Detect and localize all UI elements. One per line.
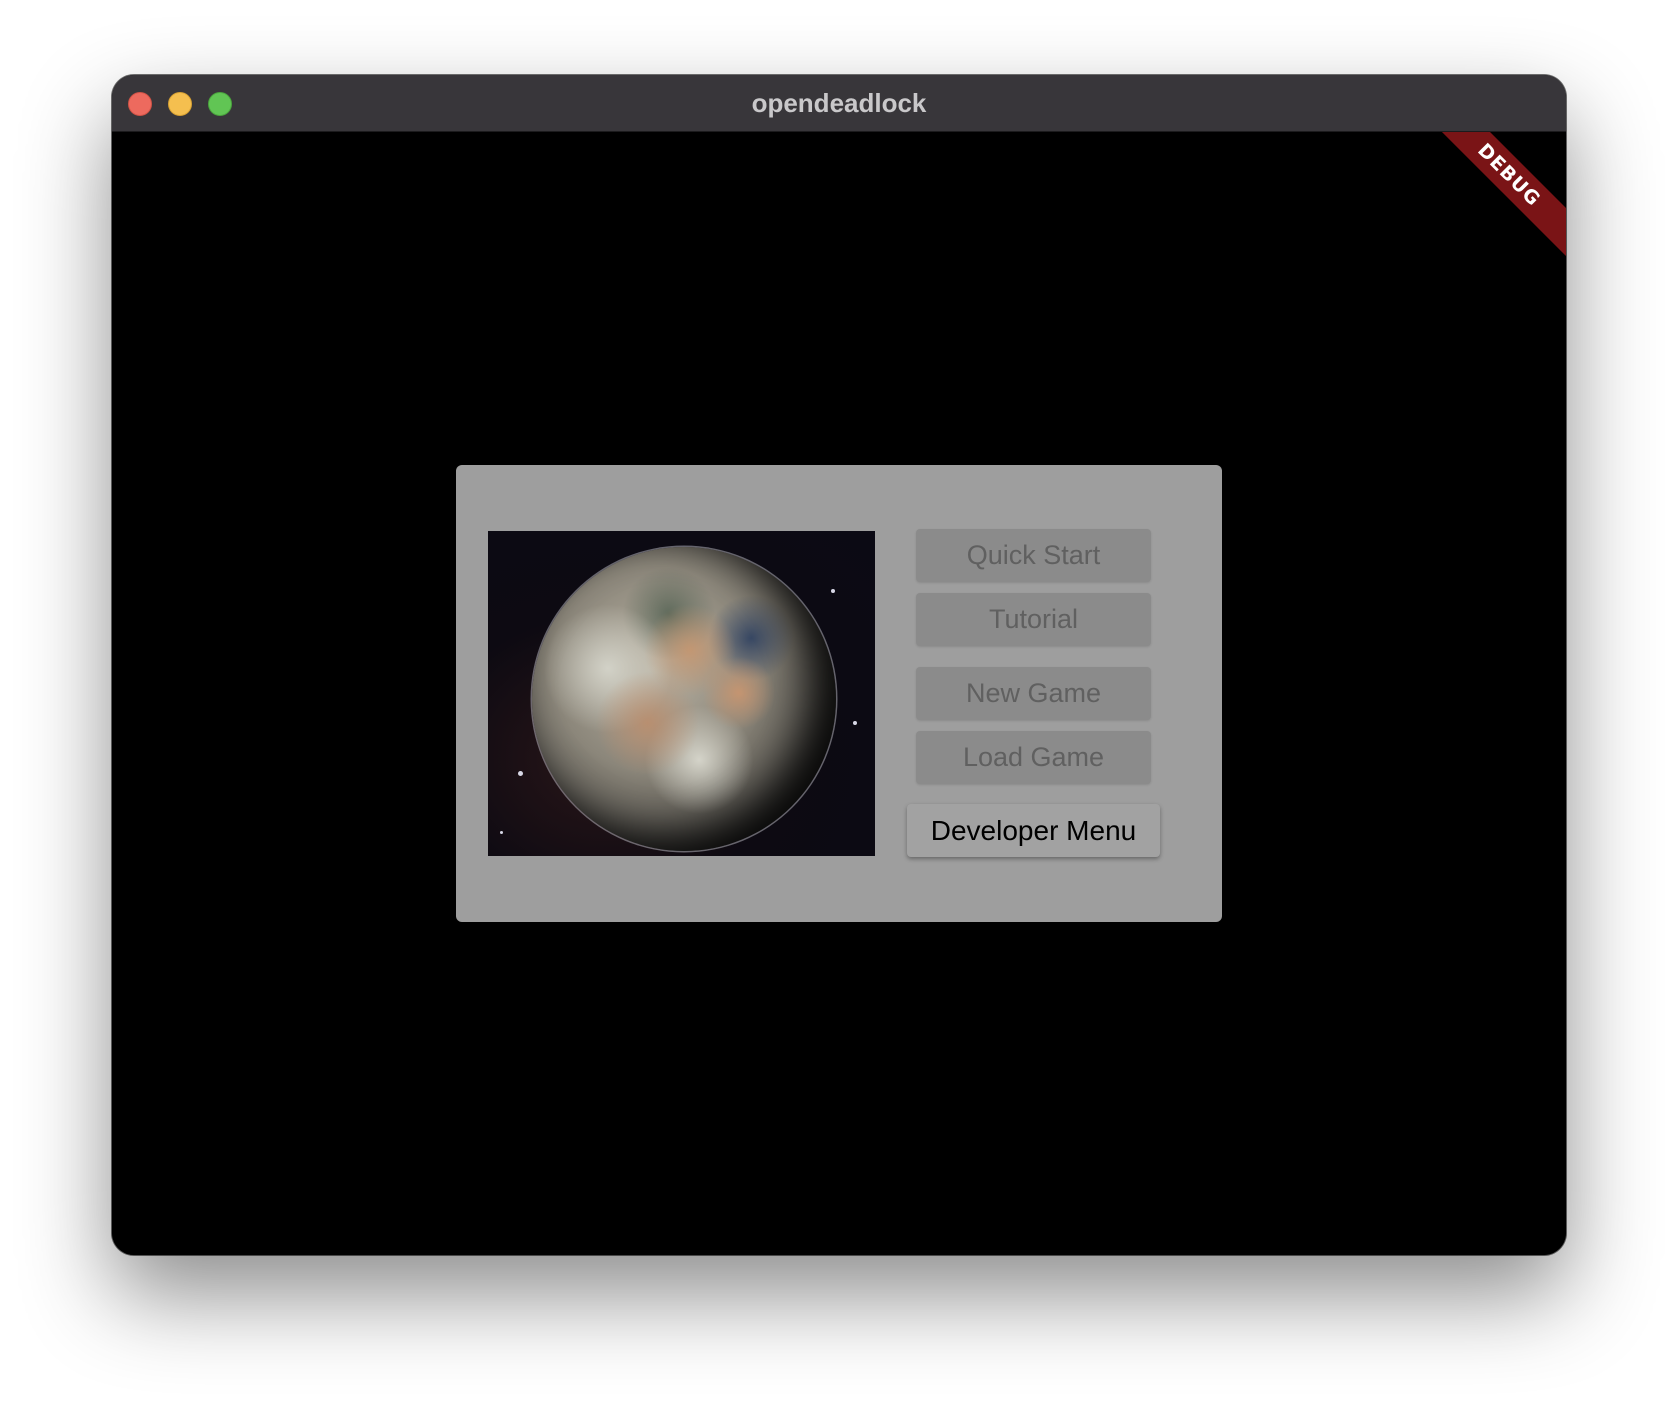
star-dot (500, 831, 503, 834)
star-dot (831, 589, 835, 593)
app-content: DEBUG Quick Start Tutorial New Game Load… (112, 132, 1566, 1255)
window-title: opendeadlock (751, 88, 927, 118)
star-dot (518, 771, 523, 776)
title-bar[interactable]: opendeadlock (112, 75, 1566, 132)
load-game-button[interactable]: Load Game (916, 731, 1151, 784)
planet-sphere (532, 547, 836, 851)
quick-start-button[interactable]: Quick Start (916, 529, 1151, 582)
planet-image (488, 531, 875, 856)
developer-menu-button[interactable]: Developer Menu (907, 804, 1160, 857)
new-game-button[interactable]: New Game (916, 667, 1151, 720)
main-menu-panel: Quick Start Tutorial New Game Load Game … (456, 465, 1222, 922)
debug-banner: DEBUG (1415, 132, 1566, 269)
app-window: opendeadlock DEBUG Quick Start Tutorial … (112, 75, 1566, 1255)
tutorial-button[interactable]: Tutorial (916, 593, 1151, 646)
star-dot (853, 721, 857, 725)
